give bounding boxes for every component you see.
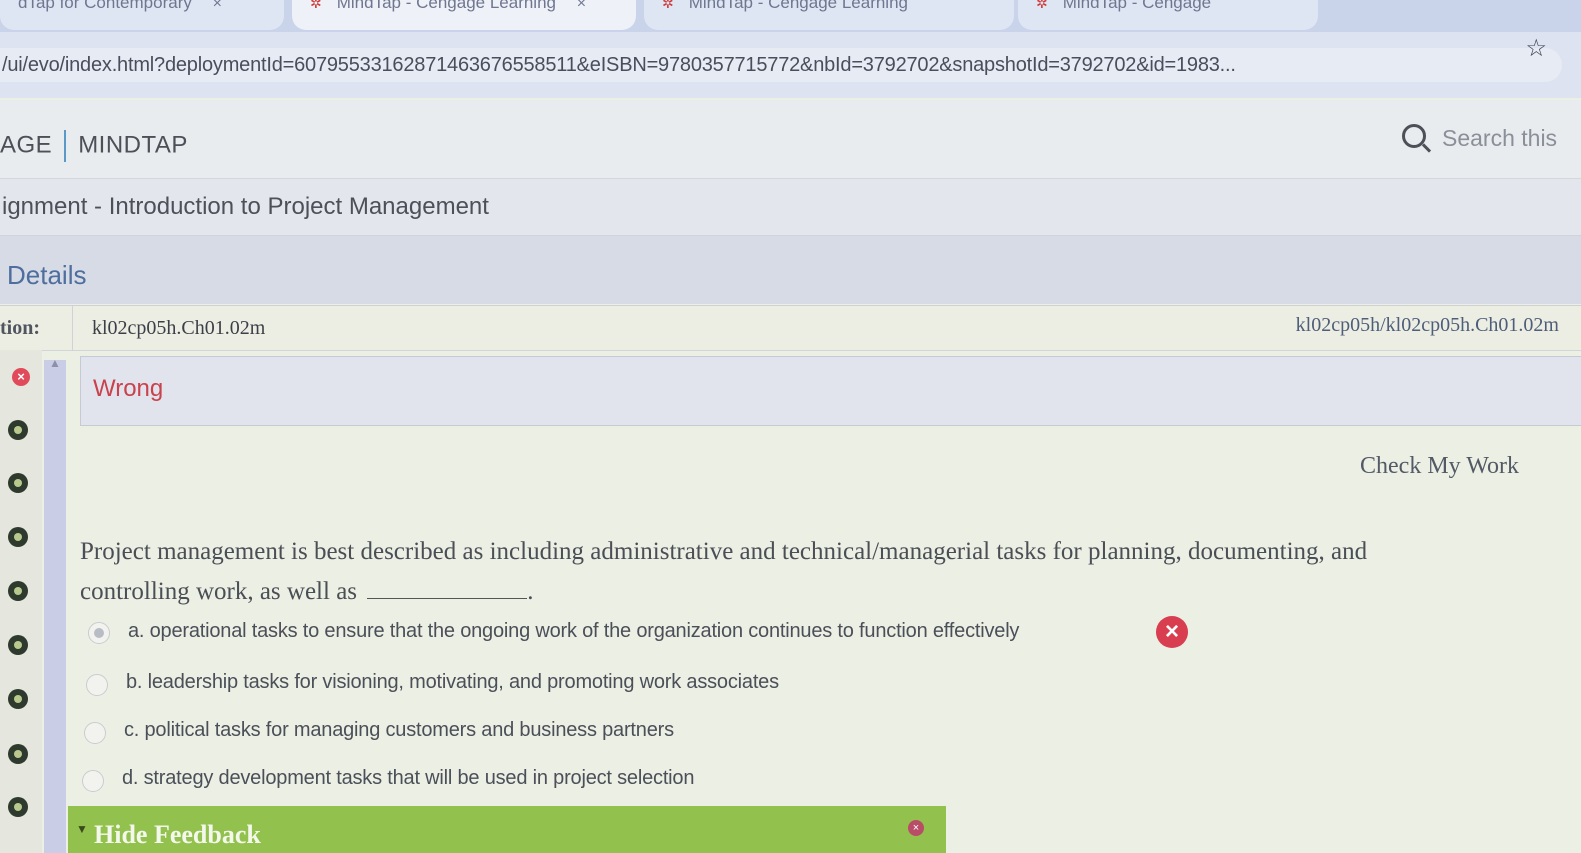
feedback-toggle[interactable]: ▼ Hide Feedback × bbox=[68, 806, 946, 853]
question-path: kl02cp05h/kl02cp05h.Ch01.02m bbox=[1295, 314, 1559, 336]
app-header: AGE MINDTAP Search this bbox=[0, 100, 1581, 179]
question-line-1: Project management is best described as … bbox=[80, 538, 1368, 565]
status-correct-icon[interactable] bbox=[8, 797, 28, 817]
status-correct-icon[interactable] bbox=[8, 420, 28, 440]
divider bbox=[72, 306, 73, 350]
status-correct-icon[interactable] bbox=[8, 744, 28, 764]
question-status-list: × bbox=[0, 350, 42, 853]
option-c-radio[interactable] bbox=[84, 722, 106, 744]
browser-tab[interactable]: ✲ MindTap - Cengage Learning × bbox=[292, 0, 636, 30]
collapse-triangle-icon: ▼ bbox=[76, 822, 88, 836]
option-b-label[interactable]: b. leadership tasks for visioning, motiv… bbox=[126, 671, 779, 694]
address-bar: /ui/evo/index.html?deploymentId=60795533… bbox=[0, 32, 1581, 98]
brand-left: AGE bbox=[0, 131, 53, 159]
scroll-up-icon[interactable]: ▲ bbox=[49, 356, 61, 370]
browser-tab[interactable]: dTap for Contemporary × bbox=[0, 0, 284, 30]
assignment-title: ignment - Introduction to Project Manage… bbox=[0, 179, 1581, 236]
question-id-label: tion: bbox=[0, 317, 40, 339]
question-line-2: controlling work, as well as bbox=[80, 578, 358, 605]
browser-tab[interactable]: ✲ MindTap - Cengage bbox=[1018, 0, 1318, 30]
url-text: /ui/evo/index.html?deploymentId=60795533… bbox=[2, 54, 1236, 76]
star-icon[interactable]: ☆ bbox=[1525, 34, 1547, 63]
result-banner: Wrong bbox=[80, 356, 1581, 426]
status-wrong-icon[interactable]: × bbox=[12, 368, 30, 386]
option-b-radio[interactable] bbox=[86, 674, 108, 696]
question-text: Project management is best described as … bbox=[80, 532, 1520, 612]
tab-close-icon[interactable]: × bbox=[577, 0, 586, 12]
tab-label: MindTap - Cengage Learning bbox=[336, 0, 556, 12]
browser-tab-bar: dTap for Contemporary × ✲ MindTap - Ceng… bbox=[0, 0, 1581, 32]
status-correct-icon[interactable] bbox=[8, 635, 28, 655]
brand-logo: AGE MINDTAP bbox=[0, 130, 188, 162]
question-id-row: tion: kl02cp05h.Ch01.02m kl02cp05h/kl02c… bbox=[0, 305, 1581, 351]
brand-right: MINDTAP bbox=[78, 131, 188, 159]
question-id: kl02cp05h.Ch01.02m bbox=[92, 317, 266, 339]
answer-blank bbox=[367, 576, 528, 599]
option-c-label[interactable]: c. political tasks for managing customer… bbox=[124, 719, 674, 742]
option-a-radio[interactable] bbox=[88, 622, 110, 644]
question-end: . bbox=[527, 578, 534, 605]
cengage-favicon-icon: ✲ bbox=[310, 0, 322, 11]
status-correct-icon[interactable] bbox=[8, 581, 28, 601]
search-box[interactable]: Search this bbox=[1402, 124, 1557, 152]
check-my-work-link[interactable]: Check My Work bbox=[1360, 453, 1519, 480]
tab-label: MindTap - Cengage Learning bbox=[688, 0, 908, 12]
close-icon[interactable]: × bbox=[908, 820, 924, 836]
tab-close-icon[interactable]: × bbox=[213, 0, 222, 12]
browser-tab[interactable]: ✲ MindTap - Cengage Learning bbox=[644, 0, 1014, 30]
tab-label: dTap for Contemporary bbox=[18, 0, 192, 12]
scrollbar[interactable] bbox=[44, 360, 66, 853]
brand-divider bbox=[64, 130, 67, 162]
option-d-label[interactable]: d. strategy development tasks that will … bbox=[122, 767, 694, 790]
status-correct-icon[interactable] bbox=[8, 473, 28, 493]
tab-label: MindTap - Cengage bbox=[1062, 0, 1212, 12]
result-status: Wrong bbox=[93, 375, 164, 402]
cengage-favicon-icon: ✲ bbox=[1036, 0, 1048, 11]
option-a-label[interactable]: a. operational tasks to ensure that the … bbox=[128, 620, 1019, 643]
cengage-favicon-icon: ✲ bbox=[662, 0, 674, 11]
search-placeholder: Search this bbox=[1442, 125, 1558, 151]
search-icon[interactable] bbox=[1402, 124, 1426, 148]
status-correct-icon[interactable] bbox=[8, 689, 28, 709]
url-field[interactable]: /ui/evo/index.html?deploymentId=60795533… bbox=[0, 48, 1562, 82]
status-correct-icon[interactable] bbox=[8, 527, 28, 547]
feedback-label: Hide Feedback bbox=[94, 820, 261, 849]
incorrect-icon: × bbox=[1156, 616, 1188, 648]
details-heading: Details bbox=[0, 236, 1581, 304]
option-d-radio[interactable] bbox=[82, 770, 104, 792]
